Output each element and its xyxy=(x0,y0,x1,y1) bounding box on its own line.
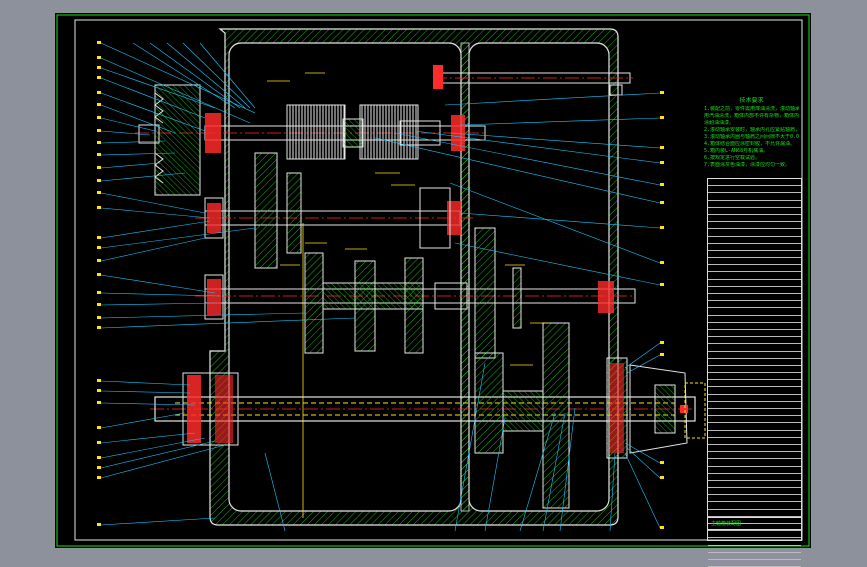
note-line: 7.表面涂灰色油漆，涂漆应均匀一致。 xyxy=(704,162,791,168)
bom-row xyxy=(708,215,801,223)
technical-notes: 技术要求 1.装配之前，零件需用煤油清洗，滚动轴承 用汽油清洗，箱体内部不许有杂… xyxy=(704,97,799,169)
bom-row xyxy=(708,467,801,474)
bom-row xyxy=(708,481,801,489)
gearbox-assembly-drawing xyxy=(56,14,810,547)
bom-row xyxy=(708,409,801,417)
bom-row xyxy=(708,330,801,338)
title-block-text: 主轴箱装配图 xyxy=(711,521,742,527)
bom-row xyxy=(708,431,801,438)
bom-row xyxy=(708,287,801,294)
note-line: 5.箱内装L-AN68号机械油。 xyxy=(704,148,769,154)
bom-row xyxy=(708,201,801,208)
bom-row xyxy=(708,380,801,388)
note-line: 2.滚动轴承安装时，轴承内孔应紧贴轴肩， xyxy=(704,127,799,133)
bom-row xyxy=(708,229,801,237)
bom-row xyxy=(708,208,801,215)
bom-row xyxy=(708,402,801,409)
bom-row xyxy=(708,416,801,424)
title-block: 主轴箱装配图 xyxy=(707,517,802,541)
bom-row xyxy=(708,560,801,567)
bom-row xyxy=(708,265,801,273)
bom-row xyxy=(708,186,801,194)
bom-row xyxy=(708,474,801,481)
bom-row xyxy=(708,553,801,560)
bom-row xyxy=(708,222,801,230)
bom-row xyxy=(708,294,801,302)
bom-row xyxy=(708,502,801,510)
bom-row xyxy=(708,316,801,323)
bom-row xyxy=(708,323,801,330)
bom-row xyxy=(708,423,801,431)
bom-row xyxy=(708,193,801,201)
note-line: 用汽油清洗，箱体内部不许有杂物，箱体内壁 xyxy=(704,113,799,119)
bom-row xyxy=(708,445,801,453)
bom-row xyxy=(708,366,801,374)
bom-row xyxy=(708,452,801,460)
bom-row xyxy=(708,359,801,366)
cad-drawing-sheet: 技术要求 1.装配之前，零件需用煤油清洗，滚动轴承 用汽油清洗，箱体内部不许有杂… xyxy=(55,13,811,567)
bom-row xyxy=(708,237,801,244)
bom-row xyxy=(708,251,801,259)
bom-row xyxy=(708,495,801,503)
note-line: 4.箱体结合面应涂密封胶，不允许漏油。 xyxy=(704,141,796,147)
bom-row xyxy=(708,179,801,187)
bom-row xyxy=(708,387,801,395)
bill-of-materials xyxy=(707,178,802,567)
note-line: 6.按规定进行空载试验。 xyxy=(704,155,761,161)
bom-row xyxy=(708,258,801,266)
note-line: 3.滚动轴承内圈与轴肩之间间隙不大于0.05mm。 xyxy=(704,134,799,140)
bom-row xyxy=(708,301,801,309)
notes-title: 技术要求 xyxy=(739,97,764,104)
bom-row xyxy=(708,395,801,402)
bom-row xyxy=(708,308,801,316)
bom-row xyxy=(708,344,801,352)
bom-row xyxy=(708,373,801,381)
note-line: 涂耐油油漆。 xyxy=(704,120,735,126)
note-line: 1.装配之前，零件需用煤油清洗，滚动轴承 xyxy=(704,106,799,112)
bom-row xyxy=(708,546,801,553)
bom-row xyxy=(708,352,801,359)
bom-row xyxy=(708,438,801,445)
bom-row xyxy=(708,244,801,251)
bom-row xyxy=(708,510,801,517)
bom-row xyxy=(708,280,801,287)
bom-row xyxy=(708,488,801,496)
bom-row xyxy=(708,272,801,280)
bom-row xyxy=(708,337,801,345)
bom-row xyxy=(708,459,801,467)
